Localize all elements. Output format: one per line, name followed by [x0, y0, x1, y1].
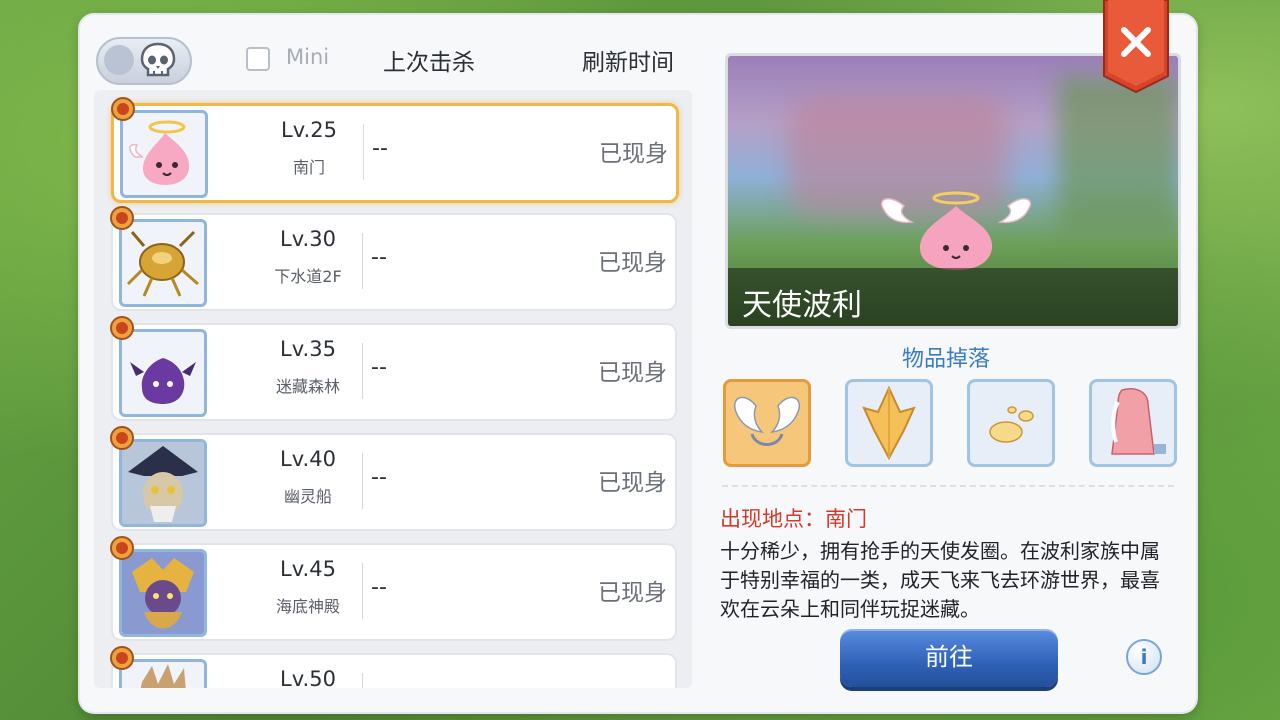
monster-location: 下水道2F — [274, 267, 342, 286]
drake-icon — [119, 439, 207, 527]
mvp-row-selected[interactable]: Lv.25 南门 -- 已现身 — [111, 97, 679, 203]
monster-location: 迷藏森林 — [275, 377, 340, 396]
monster-level: Lv.35 — [280, 337, 336, 361]
crystal-shard-icon — [862, 385, 916, 461]
spawn-status: 已现身 — [598, 580, 667, 606]
monster-location: 南门 — [292, 158, 325, 177]
mvp-crest-icon — [111, 97, 135, 121]
mvp-crest-icon — [110, 316, 134, 340]
mvp-crest-icon — [110, 206, 134, 230]
mvp-crest-icon — [110, 646, 134, 670]
close-button[interactable] — [1102, 0, 1170, 94]
background-blur — [1058, 76, 1178, 236]
last-kill-value: -- — [371, 355, 387, 380]
mvp-row[interactable]: Lv.30 下水道2F -- 已现身 — [110, 206, 677, 311]
monster-level: Lv.50 — [280, 667, 336, 688]
moon-icon — [104, 45, 134, 75]
drops-title: 物品掉落 — [902, 347, 991, 372]
spawn-status: 已现身 — [599, 141, 668, 167]
last-kill-value: -- — [371, 465, 387, 490]
golden-thief-bug-icon — [119, 219, 207, 307]
spawn-status: 已现身 — [598, 250, 667, 276]
monster-level: Lv.30 — [280, 227, 336, 251]
spawn-status: 已现身 — [598, 470, 667, 496]
monster-level: Lv.25 — [281, 118, 337, 142]
mvp-crest-icon — [110, 536, 134, 560]
monster-name: 天使波利 — [742, 288, 862, 323]
info-button[interactable]: i — [1126, 639, 1162, 675]
mvp-panel: Mini 上次击杀 刷新时间 Lv.25 南门 -- 已现身 Lv.30 下水道… — [80, 0, 1196, 712]
row-divider — [362, 453, 363, 509]
monster-description: 十分稀少，拥有抢手的天使发圈。在波利家族中属于特别幸福的一类，成天飞来飞去环游世… — [720, 539, 1160, 621]
monster-location: 海底神殿 — [275, 597, 340, 616]
mvp-list[interactable]: Lv.25 南门 -- 已现身 Lv.30 下水道2F -- 已现身 Lv.35… — [94, 90, 692, 688]
monster-location: 幽灵船 — [283, 487, 332, 506]
monster-preview: 天使波利 — [725, 53, 1181, 329]
deviling-icon — [119, 329, 207, 417]
row-divider — [363, 124, 364, 180]
strouf-icon — [119, 549, 207, 637]
monster-level: Lv.40 — [280, 447, 336, 471]
monster-name-bar: 天使波利 — [728, 268, 1178, 326]
mini-checkbox[interactable] — [246, 47, 270, 71]
row-divider — [362, 343, 363, 399]
spawn-status: 已现身 — [598, 360, 667, 386]
mvp-row[interactable]: Lv.35 迷藏森林 -- 已现身 — [110, 316, 677, 421]
go-button[interactable]: 前往 — [840, 629, 1058, 687]
column-header-last-kill: 上次击杀 — [383, 50, 475, 76]
row-divider — [362, 233, 363, 289]
angeling-model-icon — [881, 191, 1031, 270]
column-header-refresh-time: 刷新时间 — [582, 50, 674, 76]
angeling-icon — [120, 110, 208, 198]
drop-item-slot[interactable] — [845, 379, 933, 467]
last-kill-value: -- — [371, 575, 387, 600]
mini-label: Mini — [286, 45, 330, 69]
mvp-row[interactable]: Lv.40 幽灵船 -- 已现身 — [110, 426, 677, 531]
robe-card-icon — [1111, 388, 1166, 455]
mvp-mode-toggle[interactable] — [96, 37, 192, 85]
section-divider — [722, 485, 1174, 487]
row-divider — [362, 563, 363, 619]
monster-level: Lv.45 — [280, 557, 336, 581]
mvp-row[interactable]: Lv.45 海底神殿 -- 已现身 — [110, 536, 677, 641]
row-divider — [362, 673, 363, 688]
last-kill-value: -- — [371, 245, 387, 270]
mvp-crest-icon — [110, 426, 134, 450]
close-icon — [1103, 0, 1169, 94]
drop-item-slot[interactable] — [967, 379, 1055, 467]
spawn-location: 出现地点：南门 — [720, 507, 867, 531]
drop-item-slot[interactable] — [1089, 379, 1177, 467]
drop-item-slot[interactable] — [723, 379, 811, 467]
jellopy-icon — [989, 406, 1034, 443]
angel-wing-headband-icon — [733, 396, 801, 446]
mvp-row[interactable]: Lv.50 — [110, 646, 677, 688]
skull-icon — [140, 42, 176, 77]
last-kill-value: -- — [372, 136, 388, 161]
